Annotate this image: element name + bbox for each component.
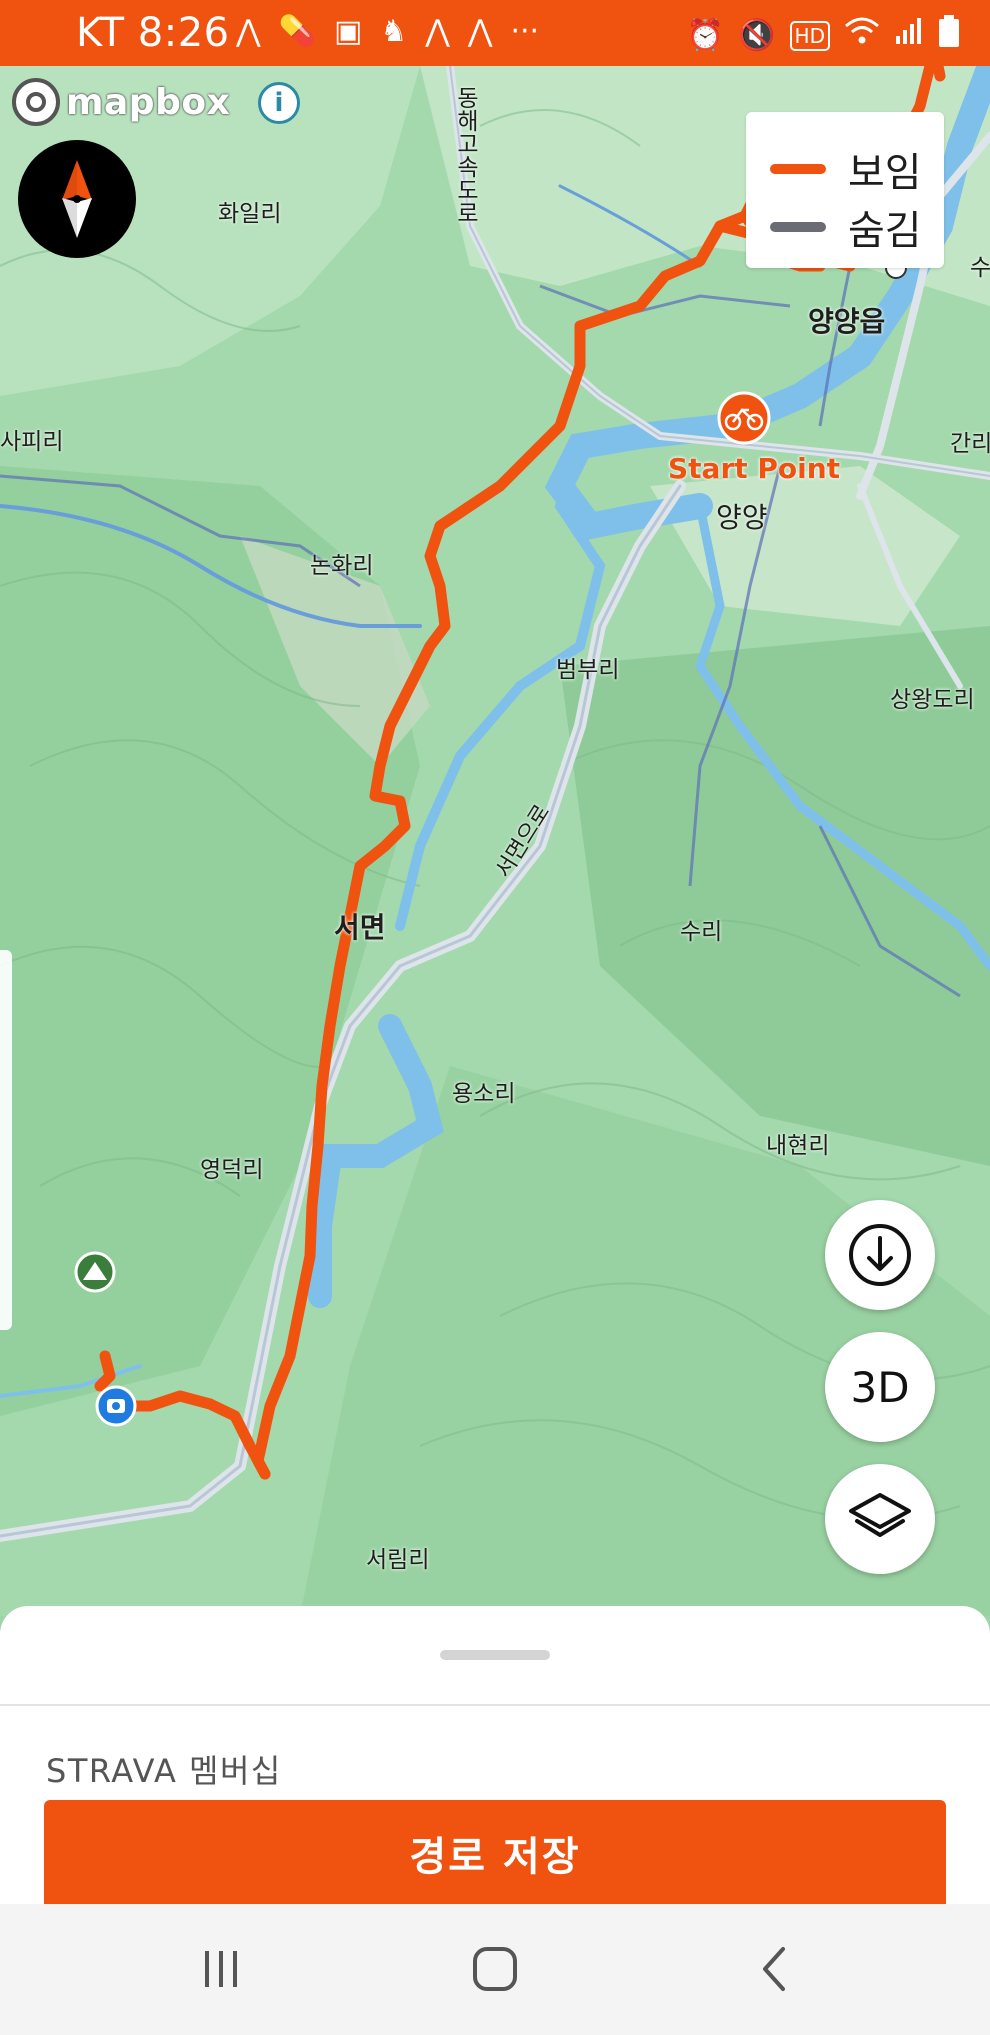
sheet-grabber[interactable] — [440, 1650, 550, 1660]
pill-icon: 💊 — [278, 14, 316, 49]
recent-apps-icon — [205, 1951, 237, 1987]
battery-icon — [938, 14, 960, 57]
divider — [0, 1704, 990, 1706]
strava-icon: ⋀ — [467, 14, 493, 49]
download-icon — [849, 1224, 911, 1286]
map-label: 간리 — [950, 431, 990, 457]
download-button[interactable] — [825, 1200, 935, 1310]
status-bar: KT 8:26 ⋀ 💊 ▣ ♞ ⋀ ⋀ ··· ⏰ 🔇 HD — [0, 0, 990, 66]
legend-swatch — [770, 164, 826, 174]
legend-item-hidden[interactable]: 숨김 — [770, 198, 922, 256]
map-label: 수리 — [680, 919, 723, 945]
map-label: 동해고속도로 — [452, 86, 478, 224]
map-label: 서면 — [334, 911, 386, 944]
map-label: 논화리 — [310, 553, 374, 579]
map-label: 화일리 — [218, 201, 282, 227]
back-icon — [763, 1947, 785, 1991]
route-legend: 보임 숨김 — [746, 112, 944, 268]
layers-icon — [849, 1493, 911, 1537]
save-route-button[interactable]: 경로 저장 — [44, 1800, 946, 1906]
start-point-label: Start Point — [668, 452, 841, 485]
system-nav-bar — [0, 1904, 990, 2035]
strava-icon: ⋀ — [425, 14, 450, 49]
back-button[interactable] — [730, 1934, 820, 2004]
map-layers-button[interactable] — [825, 1464, 935, 1574]
map-label: 범부리 — [556, 657, 620, 683]
status-time: KT 8:26 — [76, 10, 230, 56]
3d-view-button[interactable]: 3D — [825, 1332, 935, 1442]
compass-button[interactable] — [18, 140, 136, 258]
map-label: 내현리 — [766, 1133, 830, 1159]
hd-icon: HD — [789, 20, 830, 51]
3d-label: 3D — [850, 1362, 910, 1412]
map-label: 사피리 — [0, 429, 64, 455]
bottom-sheet[interactable]: STRAVA 멤버십 경로 저장 — [0, 1606, 990, 1906]
mapbox-logo[interactable]: mapbox — [12, 78, 230, 126]
alarm-icon: ⏰ — [686, 17, 725, 53]
map-label: 수 — [970, 255, 990, 281]
notification-icons: ⋀ 💊 ▣ ♞ ⋀ ⋀ ··· — [236, 14, 539, 50]
legend-item-visible[interactable]: 보임 — [770, 140, 922, 198]
legend-label: 숨김 — [848, 208, 922, 254]
home-button[interactable] — [450, 1934, 540, 2004]
signal-icon — [894, 16, 924, 55]
recent-apps-button[interactable] — [176, 1934, 266, 2004]
side-panel-handle[interactable] — [0, 950, 12, 1330]
legend-swatch — [770, 222, 826, 232]
home-icon — [473, 1947, 517, 1991]
more-dots-icon: ··· — [510, 14, 540, 49]
info-button[interactable]: i — [258, 82, 300, 124]
map-label: 상왕도리 — [890, 687, 975, 713]
membership-label: STRAVA 멤버십 — [46, 1752, 282, 1790]
map-label: 양양읍 — [808, 305, 886, 338]
wifi-icon — [844, 16, 880, 55]
map-label: 영덕리 — [200, 1157, 264, 1183]
mapbox-icon — [12, 78, 60, 126]
map-label: 서림리 — [366, 1547, 430, 1573]
strava-icon: ⋀ — [236, 14, 261, 49]
map-label: 용소리 — [452, 1081, 516, 1107]
map-label: 양양 — [716, 501, 768, 534]
mapbox-wordmark: mapbox — [66, 81, 231, 123]
compass-icon — [62, 160, 92, 238]
mute-icon: 🔇 — [738, 17, 776, 53]
system-icons: ⏰ 🔇 HD — [687, 14, 960, 57]
shopping-icon: ▣ — [333, 14, 363, 49]
legend-label: 보임 — [848, 150, 922, 196]
app-icon: ♞ — [380, 14, 408, 49]
